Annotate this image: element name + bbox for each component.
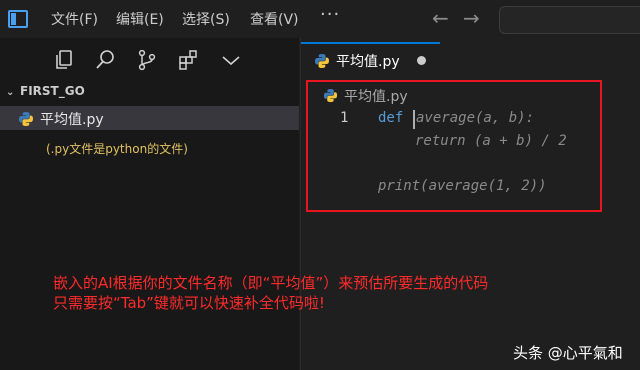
annotation-highlight-box [306,80,602,212]
python-file-icon [19,112,33,126]
more-menus-button[interactable]: ··· [320,4,340,25]
menu-edit[interactable]: 编辑(E) [116,9,164,29]
file-type-note: (.py文件是python的文件) [46,142,188,156]
tab-label: 平均值.py [336,54,400,70]
chevron-down-icon[interactable] [220,49,242,71]
command-center-search[interactable] [499,6,640,34]
menu-selection[interactable]: 选择(S) [182,9,230,29]
source-control-icon[interactable] [136,49,158,71]
python-file-icon [315,54,329,68]
arrow-right-icon[interactable]: → [463,6,480,30]
watermark: 头条 @心平氣和 [513,344,623,362]
search-icon[interactable] [94,49,116,71]
folder-header[interactable]: ⌄ FIRST_GO [6,84,85,98]
arrow-left-icon[interactable]: ← [432,6,449,30]
menu-file[interactable]: 文件(F) [51,9,98,29]
menu-view[interactable]: 查看(V) [250,9,299,29]
chevron-down-icon: ⌄ [6,87,15,98]
annotation-caption: 嵌入的AI根据你的文件名称（即“平均值”）来预估所要生成的代码 [53,274,489,292]
explorer-icon[interactable] [53,49,75,71]
unsaved-dot-icon[interactable] [417,56,426,65]
extensions-icon[interactable] [177,49,199,71]
annotation-caption: 只需要按“Tab”键就可以快速补全代码啦! [53,294,325,312]
folder-name: FIRST_GO [20,84,85,98]
file-name-label: 平均值.py [40,112,104,128]
app-logo-icon [8,10,28,28]
